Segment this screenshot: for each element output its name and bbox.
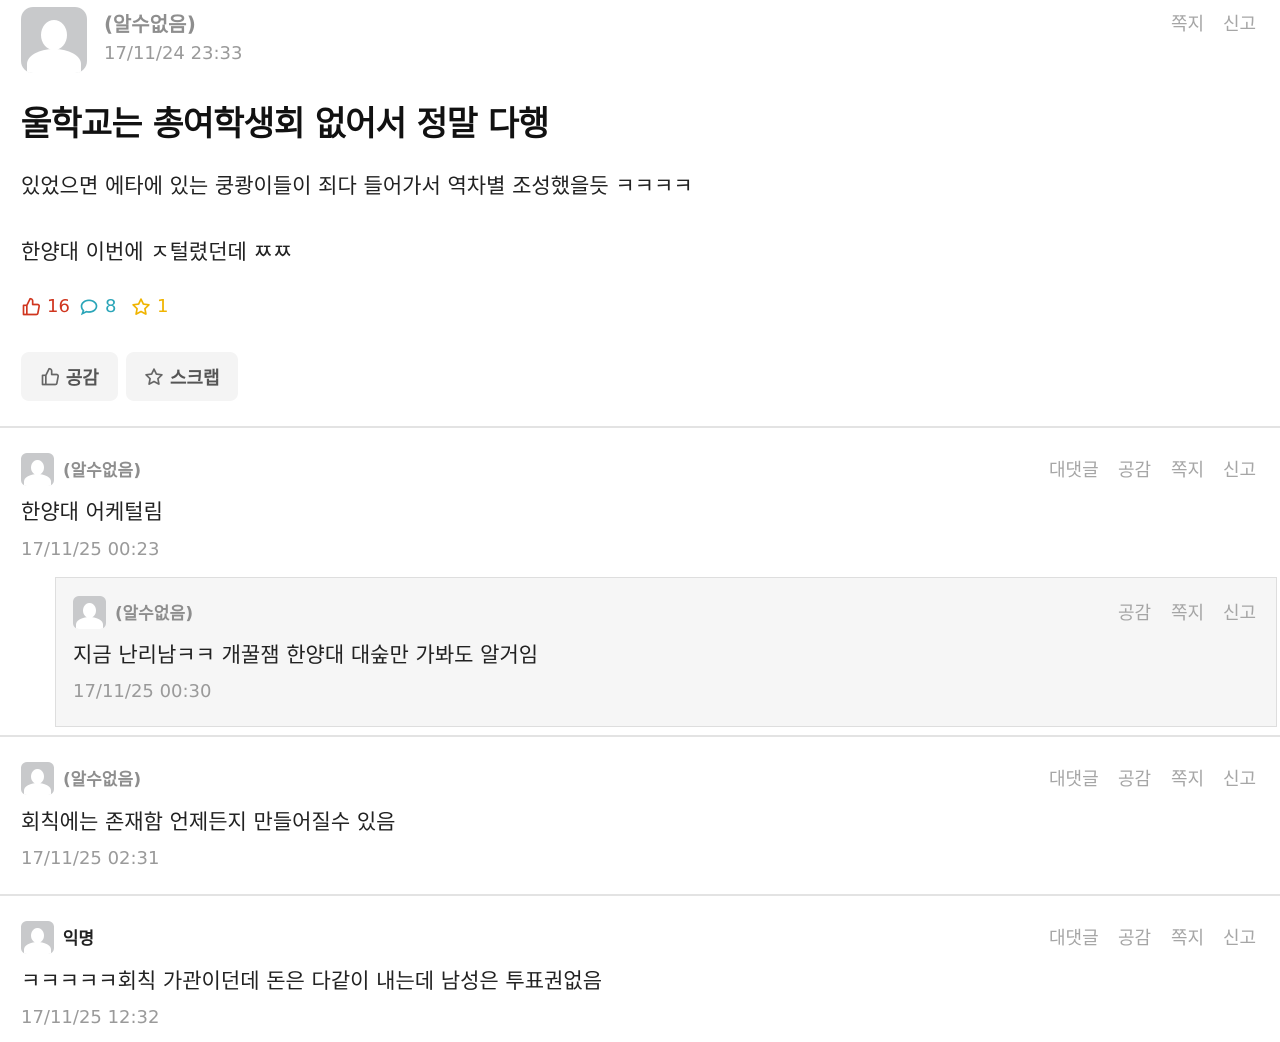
like-button-label: 공감 [65,367,100,389]
comment-avatar [21,921,54,954]
speech-bubble-icon [80,298,98,315]
thumbs-up-icon [22,297,41,315]
thumbs-up-icon [41,367,59,385]
reply-author: (알수없음) [115,604,194,624]
post-title: 울학교는 총여학생회 없어서 정말 다행 [21,104,550,144]
comment-author: 익명 [63,929,95,949]
reply-avatar [73,596,106,629]
like-count: 16 [21,296,70,317]
divider [0,426,1280,428]
comment-text: 한양대 어케털림 [21,500,163,524]
comment-author: (알수없음) [63,770,142,790]
post-body-line-2: 한양대 이번에 ㅈ털렸던데 ㅉㅉ [21,240,293,264]
post-message-button[interactable]: 쪽지 [1171,10,1204,36]
reply-button[interactable]: 대댓글 [1049,456,1099,482]
comment-like-button[interactable]: 공감 [1118,765,1151,791]
like-button[interactable]: 공감 [21,352,118,401]
comment-text: 회칙에는 존재함 언제든지 만들어질수 있음 [21,810,396,834]
scrap-button[interactable]: 스크랩 [126,352,238,401]
divider [0,735,1280,737]
like-count-value: 16 [47,296,70,317]
comment-report-button[interactable]: 신고 [1223,765,1256,791]
comment-timestamp: 17/11/25 00:23 [21,539,160,560]
reply-button[interactable]: 대댓글 [1049,765,1099,791]
comment-like-button[interactable]: 공감 [1118,456,1151,482]
post-report-button[interactable]: 신고 [1223,10,1256,36]
comment-count-value: 8 [105,296,117,317]
star-icon [145,367,163,385]
star-icon [132,297,150,315]
reply-button[interactable]: 대댓글 [1049,924,1099,950]
reply-like-button[interactable]: 공감 [1118,599,1151,625]
divider [0,894,1280,896]
post-author-name: (알수없음) [104,12,196,36]
comment-message-button[interactable]: 쪽지 [1171,456,1204,482]
reply-comment: (알수없음) 공감 쪽지 신고 지금 난리남ㅋㅋ 개꿀잼 한양대 대숲만 가봐도… [55,577,1277,727]
comment-message-button[interactable]: 쪽지 [1171,765,1204,791]
comment-timestamp: 17/11/25 12:32 [21,1007,160,1028]
comment-timestamp: 17/11/25 02:31 [21,848,160,869]
reply-text: 지금 난리남ㅋㅋ 개꿀잼 한양대 대숲만 가봐도 알거임 [73,643,539,667]
post-timestamp: 17/11/24 23:33 [104,43,243,64]
scrap-count-value: 1 [157,296,169,317]
comment-text: ㅋㅋㅋㅋㅋ회칙 가관이던데 돈은 다같이 내는데 남성은 투표권없음 [21,969,603,993]
post-author-avatar [21,7,87,73]
comment-like-button[interactable]: 공감 [1118,924,1151,950]
reply-message-button[interactable]: 쪽지 [1171,599,1204,625]
reply-report-button[interactable]: 신고 [1223,599,1256,625]
comment-message-button[interactable]: 쪽지 [1171,924,1204,950]
comment-count: 8 [79,296,116,317]
post-body-line-1: 있었으면 에타에 있는 쿵쾅이들이 죄다 들어가서 역차별 조성했을듯 ㅋㅋㅋㅋ [21,174,693,198]
comment-avatar [21,762,54,795]
comment-report-button[interactable]: 신고 [1223,456,1256,482]
comment-avatar [21,453,54,486]
scrap-count: 1 [131,296,168,317]
comment-report-button[interactable]: 신고 [1223,924,1256,950]
scrap-button-label: 스크랩 [170,367,220,389]
comment-author: (알수없음) [63,461,142,481]
reply-timestamp: 17/11/25 00:30 [73,681,212,702]
